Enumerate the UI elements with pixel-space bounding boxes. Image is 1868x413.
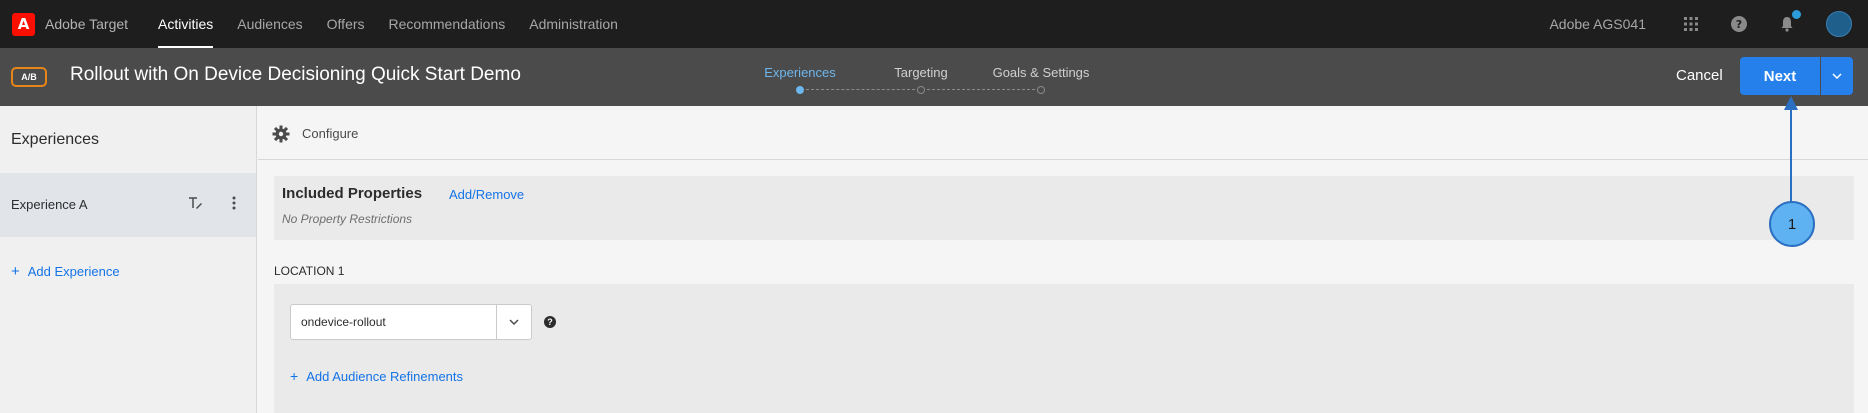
panel-title: Experiences [11, 131, 100, 148]
nav-item-activities[interactable]: Activities [158, 0, 214, 48]
main-content: Configure Included Properties Add/Remove… [258, 106, 1868, 413]
add-experience-label: Add Experience [27, 264, 120, 279]
nav-item-audiences[interactable]: Audiences [237, 0, 302, 48]
step-experiences[interactable]: Experiences [764, 65, 836, 80]
rename-icon[interactable] [187, 195, 203, 211]
plus-icon: + [290, 368, 299, 384]
experience-item[interactable]: Experience A [0, 173, 256, 237]
chevron-down-icon[interactable] [508, 316, 520, 328]
location-card: ondevice-rollout ? + Add Audience Refine… [274, 284, 1854, 413]
callout-line [1790, 99, 1792, 209]
select-divider [496, 305, 497, 339]
apps-grid-icon[interactable] [1682, 15, 1700, 33]
step-dot-experiences[interactable] [796, 86, 804, 94]
callout-arrowhead [1784, 96, 1798, 110]
step-dot-goals-settings[interactable] [1037, 86, 1045, 94]
next-button[interactable]: Next [1740, 57, 1820, 95]
location-help-icon[interactable]: ? [544, 316, 556, 328]
included-properties-card: Included Properties Add/Remove No Proper… [274, 176, 1854, 240]
workflow-steps: Experiences Targeting Goals & Settings [760, 48, 1100, 106]
product-name[interactable]: Adobe Target [45, 16, 128, 32]
add-experience-button[interactable]: + Add Experience [11, 263, 120, 280]
next-options-button[interactable] [1821, 57, 1853, 95]
experience-label[interactable]: Experience A [11, 197, 88, 212]
cancel-button[interactable]: Cancel [1676, 67, 1723, 84]
avatar[interactable] [1826, 11, 1852, 37]
configure-bar: Configure [258, 106, 1868, 160]
plus-icon: + [11, 263, 20, 280]
bell-icon[interactable] [1778, 10, 1801, 33]
add-audience-refinements-button[interactable]: + Add Audience Refinements [290, 368, 463, 384]
top-nav: A Adobe Target Activities Audiences Offe… [0, 0, 1868, 48]
step-connector [927, 89, 1035, 90]
location-mbox-select[interactable]: ondevice-rollout [290, 304, 532, 340]
location-label: LOCATION 1 [274, 264, 345, 278]
step-targeting[interactable]: Targeting [894, 65, 947, 80]
help-icon[interactable]: ? [1730, 15, 1748, 33]
activity-title[interactable]: Rollout with On Device Decisioning Quick… [70, 64, 521, 86]
nav-item-recommendations[interactable]: Recommendations [389, 0, 506, 48]
activity-type-badge: A/B [11, 67, 47, 87]
callout-marker: 1 [1769, 201, 1815, 247]
notification-badge [1792, 10, 1801, 19]
svg-text:?: ? [1736, 18, 1742, 31]
experiences-panel: Experiences Experience A + Add Experienc… [0, 106, 257, 413]
step-connector [806, 89, 915, 90]
property-restrictions-text: No Property Restrictions [282, 212, 413, 226]
nav-item-administration[interactable]: Administration [529, 0, 618, 48]
step-dot-targeting[interactable] [917, 86, 925, 94]
more-options-icon[interactable] [230, 195, 238, 211]
add-audience-refinements-label: Add Audience Refinements [306, 368, 464, 384]
configure-label[interactable]: Configure [302, 126, 358, 141]
mbox-value[interactable]: ondevice-rollout [301, 315, 386, 329]
nav-item-offers[interactable]: Offers [327, 0, 365, 48]
activity-header: A/B Rollout with On Device Decisioning Q… [0, 48, 1868, 106]
gear-icon[interactable] [272, 125, 290, 143]
adobe-logo-icon[interactable]: A [12, 12, 35, 36]
chevron-down-icon [1832, 73, 1842, 79]
included-properties-title: Included Properties [282, 185, 423, 202]
org-switcher[interactable]: Adobe AGS041 [1549, 16, 1646, 32]
step-goals-settings[interactable]: Goals & Settings [993, 65, 1090, 80]
add-remove-link[interactable]: Add/Remove [449, 187, 524, 202]
